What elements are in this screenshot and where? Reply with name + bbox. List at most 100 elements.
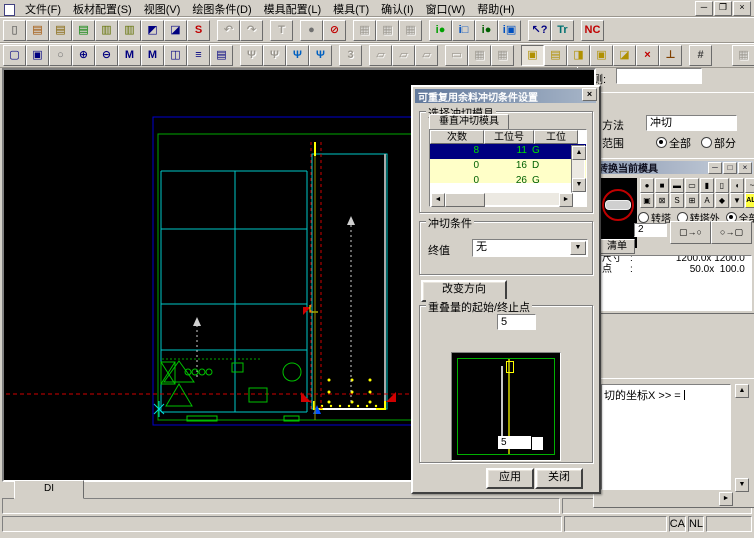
minimize-icon[interactable]: ─ [708, 162, 722, 174]
scroll-up-icon[interactable]: ▲ [735, 384, 749, 398]
maximize-icon[interactable]: □ [723, 162, 737, 174]
shape-vbar-button[interactable]: ▮ [700, 178, 714, 193]
shape-s-button[interactable]: S [670, 193, 684, 208]
shape-all-button[interactable]: ALL [745, 193, 754, 208]
zoom-window-button[interactable]: ▣ [26, 45, 49, 66]
save-part-button[interactable]: ▥ [118, 20, 141, 41]
shape-special-button[interactable]: ~ [745, 178, 754, 193]
tile-horizontal-button[interactable]: ≡ [187, 45, 210, 66]
menu-window[interactable]: 窗口(W) [420, 0, 472, 18]
shape-halfround-button[interactable]: ◖ [730, 178, 744, 193]
overlap-input[interactable]: 5 [497, 314, 536, 330]
menu-tool-config[interactable]: 模具配置(L) [258, 0, 327, 18]
shape-square-button[interactable]: ■ [655, 178, 669, 193]
station-input[interactable]: 2 [634, 223, 667, 237]
shape-obround-button[interactable]: ▬ [670, 178, 684, 193]
close-icon[interactable]: × [738, 162, 752, 174]
close-button[interactable]: × [733, 1, 751, 16]
draw-condition-button[interactable]: ◩ [141, 20, 164, 41]
open-sheet-button[interactable]: ▤ [49, 20, 72, 41]
scroll-right-icon[interactable]: ► [719, 492, 733, 506]
punch-point-button[interactable]: ● [300, 20, 323, 41]
nc-output-button[interactable]: NC [581, 20, 604, 41]
shape-letter-button[interactable]: A [700, 193, 714, 208]
convert-tool-titlebar[interactable]: 转换当前模具 ─ □ × [596, 161, 753, 174]
menu-tool[interactable]: 模具(T) [327, 0, 375, 18]
dialog-close-button-bottom[interactable]: 关闭 [535, 468, 583, 489]
minimize-button[interactable]: ─ [695, 1, 713, 16]
list-button[interactable]: 清单 [599, 239, 635, 254]
document-system-icon[interactable] [3, 3, 16, 15]
shape-circle-button[interactable]: ● [640, 178, 654, 193]
info-sheet-button[interactable]: i▣ [498, 20, 521, 41]
col-station[interactable]: 工位 [534, 130, 578, 144]
info-part-button[interactable]: i● [429, 20, 452, 41]
tile-vertical-button[interactable]: ◫ [164, 45, 187, 66]
shape-rounded-button[interactable]: ▣ [640, 193, 654, 208]
scroll-right-icon[interactable]: ► [559, 193, 573, 207]
view-filled-button[interactable]: ▣ [521, 45, 544, 66]
menu-sheet-config[interactable]: 板材配置(S) [67, 0, 138, 18]
document-tab[interactable]: DI [14, 480, 84, 499]
move-step-button[interactable]: # [689, 45, 712, 66]
final-value-dropdown[interactable]: 无 ▼ [472, 239, 588, 257]
shape-triangle-button[interactable]: ▼ [730, 193, 744, 208]
view-bars-button[interactable]: ▤ [544, 45, 567, 66]
menu-help[interactable]: 帮助(H) [471, 0, 520, 18]
range-all-radio[interactable]: 全部 [656, 135, 691, 151]
range-part-radio[interactable]: 部分 [701, 135, 736, 151]
draw-condition-2-button[interactable]: ◪ [164, 20, 187, 41]
convert-circle-to-square-button[interactable]: ○→▢ [711, 221, 752, 244]
clamp-4-button[interactable]: Ψ [309, 45, 332, 66]
preview-overlap-input[interactable]: 5 [498, 436, 531, 449]
dropdown-arrow-icon[interactable]: ▼ [570, 241, 586, 255]
convert-square-to-circle-button[interactable]: ▢→○ [670, 221, 711, 244]
shape-diamond-button[interactable]: ◆ [715, 193, 729, 208]
shape-grid-box-button[interactable]: ⊞ [685, 193, 699, 208]
col-count[interactable]: 次数 [430, 130, 484, 144]
col-station-no[interactable]: 工位号 [484, 130, 534, 144]
zoom-previous-button[interactable]: ○ [49, 45, 72, 66]
punch-forbid-button[interactable]: ⊘ [323, 20, 346, 41]
apply-button[interactable]: 应用 [486, 468, 534, 489]
info-station-button[interactable]: i□ [452, 20, 475, 41]
menu-file[interactable]: 文件(F) [19, 0, 67, 18]
detect-input[interactable] [616, 68, 702, 84]
dialog-close-button[interactable]: × [582, 88, 597, 101]
open-remnant-button[interactable]: ▤ [26, 20, 49, 41]
spc-button[interactable]: S [187, 20, 210, 41]
zoom-out-button[interactable]: ⊖ [95, 45, 118, 66]
punch-head-button[interactable]: ⊥ [659, 45, 682, 66]
save-sheet-button[interactable]: ▤ [72, 20, 95, 41]
help-pointer-button[interactable]: ↖? [528, 20, 551, 41]
text-tool-button[interactable]: Tr [551, 20, 574, 41]
open-part-button[interactable]: ▥ [95, 20, 118, 41]
method-input[interactable]: 冲切 [646, 115, 737, 131]
view-diag-button[interactable]: ◪ [613, 45, 636, 66]
clamp-3-button[interactable]: Ψ [286, 45, 309, 66]
table-row[interactable]: 0 16 D [430, 159, 586, 174]
new-window-button[interactable]: ▢ [3, 45, 26, 66]
command-text-area[interactable]: 切的坐标X >> = [601, 384, 731, 490]
shape-rect-button[interactable]: ▭ [685, 178, 699, 193]
menu-draw-condition[interactable]: 绘图条件(D) [186, 0, 257, 18]
zoom-in-button[interactable]: ⊕ [72, 45, 95, 66]
restore-button[interactable]: ❐ [714, 1, 732, 16]
table-row[interactable]: 8 11 G [430, 144, 586, 159]
new-file-button[interactable]: ▯ [3, 20, 26, 41]
dialog-titlebar[interactable]: 可重复用余料冲切条件设置 [415, 89, 596, 103]
view-box-button[interactable]: ▣ [590, 45, 613, 66]
view-right-button[interactable]: ◨ [567, 45, 590, 66]
scroll-left-icon[interactable]: ◄ [431, 193, 445, 207]
shape-voval-button[interactable]: ▯ [715, 178, 729, 193]
delete-punch-button[interactable]: × [636, 45, 659, 66]
menu-view[interactable]: 视图(V) [138, 0, 187, 18]
fit-sheet-button[interactable]: M [118, 45, 141, 66]
scroll-up-icon[interactable]: ▲ [572, 146, 586, 160]
scroll-down-icon[interactable]: ▼ [735, 478, 749, 492]
menu-confirm[interactable]: 确认(I) [375, 0, 419, 18]
preview-handle[interactable] [532, 437, 543, 450]
table-row[interactable]: 0 26 G [430, 174, 586, 183]
scroll-thumb[interactable] [445, 193, 485, 207]
shape-cross-box-button[interactable]: ⊠ [655, 193, 669, 208]
